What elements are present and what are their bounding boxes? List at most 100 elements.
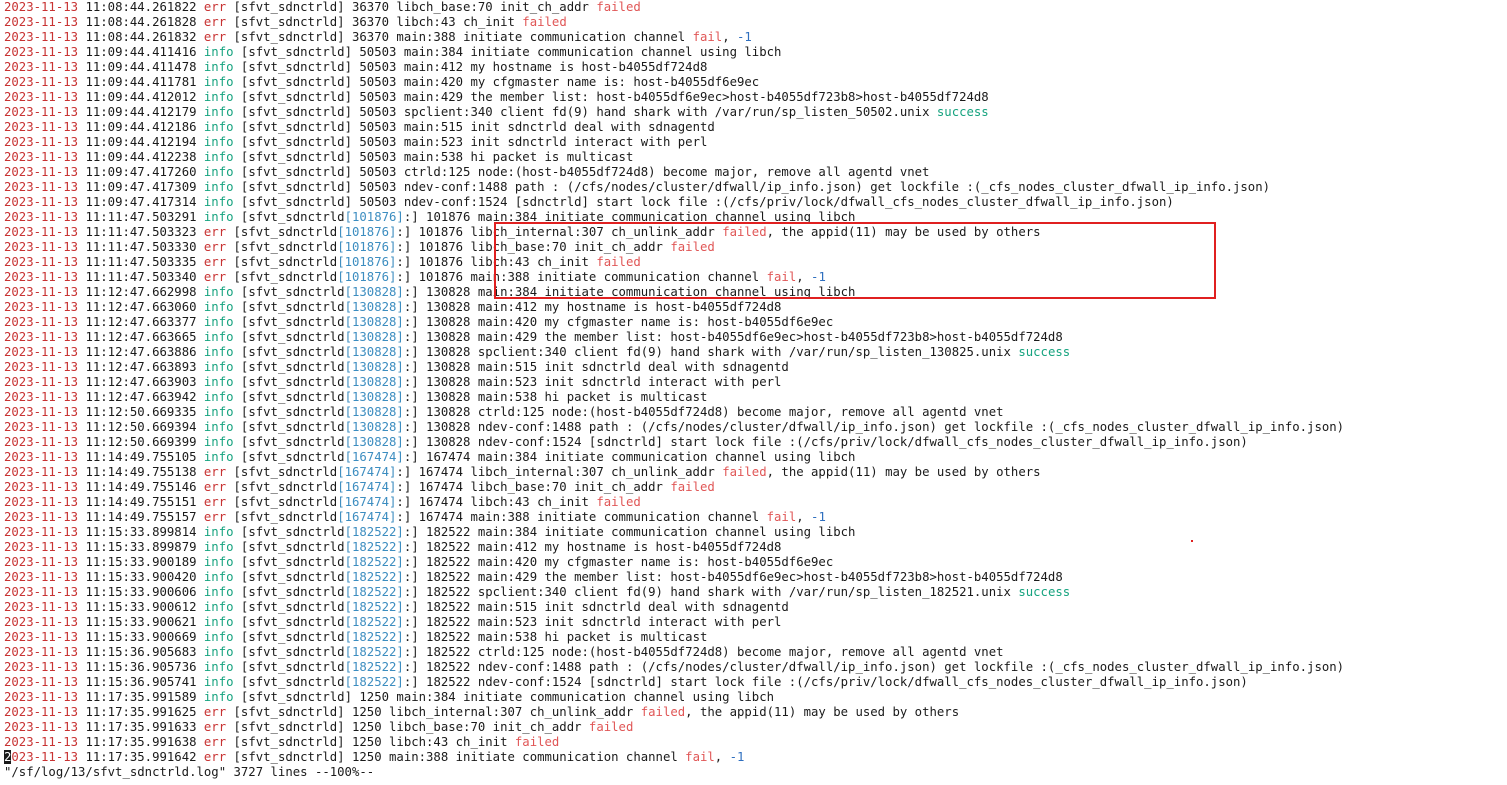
log-line: 2023-11-13 11:12:47.663665 info [sfvt_sd…	[4, 330, 1504, 345]
log-level: info	[203, 60, 234, 74]
log-tag: [sfvt_sdnctrld	[233, 615, 345, 629]
log-source: 36370 libch:43	[344, 15, 464, 29]
log-line: 2023-11-13 11:09:44.412186 info [sfvt_sd…	[4, 120, 1504, 135]
log-message: failed	[514, 735, 560, 749]
log-time: 11:09:44.411416	[78, 45, 204, 59]
log-pid-bracket: [101876]	[337, 225, 397, 239]
log-pid-bracket: [182522]	[344, 645, 404, 659]
log-level: info	[203, 405, 234, 419]
log-level: info	[203, 300, 234, 314]
log-message: my cfgmaster name is: host-b4055df6e9ec	[544, 315, 834, 329]
log-message: ch_unlink_addr	[529, 705, 641, 719]
log-message: initiate communication channel using lib…	[463, 690, 775, 704]
log-tag-close: :]	[403, 360, 419, 374]
log-pid-bracket: [130828]	[344, 360, 404, 374]
log-level: info	[203, 585, 234, 599]
log-pid-bracket: [182522]	[344, 585, 404, 599]
log-message: init_ch_addr	[574, 480, 671, 494]
log-message: ,	[714, 750, 730, 764]
log-date: 2023-11-13	[4, 270, 79, 284]
log-line: 2023-11-13 11:12:47.662998 info [sfvt_sd…	[4, 285, 1504, 300]
log-level: info	[203, 135, 234, 149]
log-tag: [sfvt_sdnctrld	[233, 555, 345, 569]
log-message: hi packet is multicast	[470, 150, 634, 164]
log-pid-bracket: [101876]	[344, 210, 404, 224]
log-date: 2023-11-13	[4, 570, 79, 584]
log-tag-close: :]	[403, 585, 419, 599]
log-source: 182522 ctrld:125	[418, 645, 552, 659]
log-source: 50503 main:429	[352, 90, 471, 104]
log-time: 11:17:35.991633	[78, 720, 204, 734]
log-date: 2023-11-13	[4, 45, 79, 59]
log-message: my hostname is host-b4055df724d8	[470, 60, 708, 74]
log-message: , the appid(11) may be used by others	[685, 705, 960, 719]
log-line: 2023-11-13 11:15:33.899814 info [sfvt_sd…	[4, 525, 1504, 540]
log-level: info	[203, 315, 234, 329]
log-level: err	[203, 750, 227, 764]
log-pid-bracket: [182522]	[344, 660, 404, 674]
log-date: 2023-11-13	[4, 615, 79, 629]
log-tag-close: :]	[403, 600, 419, 614]
log-time: 11:09:44.412012	[78, 90, 204, 104]
log-message: init_ch_addr	[574, 240, 671, 254]
log-tag-close: :]	[403, 345, 419, 359]
log-time: 11:09:44.412186	[78, 120, 204, 134]
log-line: 2023-11-13 11:09:44.412012 info [sfvt_sd…	[4, 90, 1504, 105]
log-message: ch_init	[455, 735, 515, 749]
log-level: err	[203, 225, 227, 239]
log-line: 2023-11-13 11:11:47.503323 err [sfvt_sdn…	[4, 225, 1504, 240]
log-message: hi packet is multicast	[544, 630, 708, 644]
log-level: err	[203, 480, 227, 494]
log-level: info	[203, 330, 234, 344]
log-date: 2023-11-13	[4, 435, 79, 449]
log-pid-bracket: [130828]	[344, 300, 404, 314]
log-source: 101876 main:384	[418, 210, 545, 224]
log-tag-close: :]	[403, 210, 419, 224]
log-source: 167474 libch_base:70	[411, 480, 575, 494]
log-time: 11:12:47.662998	[78, 285, 204, 299]
log-message: the member list: host-b4055df6e9ec>host-…	[544, 330, 1063, 344]
log-line: 2023-11-13 11:14:49.755151 err [sfvt_sdn…	[4, 495, 1504, 510]
log-tag-close: :]	[403, 450, 419, 464]
log-tag: [sfvt_sdnctrld	[233, 210, 345, 224]
log-date: 2023-11-13	[4, 420, 79, 434]
log-body: 2023-11-13 11:08:44.261822 err [sfvt_sdn…	[4, 0, 1504, 765]
log-source: 50503 main:538	[352, 150, 471, 164]
log-line: 2023-11-13 11:09:44.411781 info [sfvt_sd…	[4, 75, 1504, 90]
log-source: 130828 main:429	[418, 330, 545, 344]
log-level: info	[203, 165, 234, 179]
log-tag: [sfvt_sdnctrld	[226, 495, 338, 509]
log-pid-bracket: [130828]	[344, 405, 404, 419]
log-time: 11:12:47.663886	[78, 345, 204, 359]
log-tag-close: :]	[403, 285, 419, 299]
log-level: err	[203, 15, 227, 29]
log-pid-bracket: [167474]	[344, 450, 404, 464]
log-level: info	[203, 285, 234, 299]
log-date: 2023-11-13	[4, 465, 79, 479]
log-message: init sdnctrld interact with perl	[470, 135, 708, 149]
log-tag: [sfvt_sdnctrld	[226, 510, 338, 524]
log-source: 130828 ndev-conf:1524	[418, 435, 589, 449]
log-line: 2023-11-13 11:14:49.755146 err [sfvt_sdn…	[4, 480, 1504, 495]
log-tag: [sfvt_sdnctrld	[233, 660, 345, 674]
log-tag-close: :]	[403, 330, 419, 344]
log-line: 2023-11-13 11:09:44.412238 info [sfvt_sd…	[4, 150, 1504, 165]
log-tag: [sfvt_sdnctrld	[233, 345, 345, 359]
log-time: 11:17:35.991589	[78, 690, 204, 704]
log-pid-bracket: [182522]	[344, 570, 404, 584]
log-message: initiate communication channel using lib…	[544, 525, 856, 539]
log-message: node:(host-b4055df724d8) become major, r…	[477, 165, 930, 179]
log-source: 50503 main:523	[352, 135, 471, 149]
log-source: 182522 main:412	[418, 540, 545, 554]
log-date: 2023-11-13	[4, 90, 79, 104]
log-source: 1250 libch_internal:307	[344, 705, 530, 719]
log-tag: [sfvt_sdnctrld]	[226, 735, 345, 749]
log-level: info	[203, 360, 234, 374]
terminal-window[interactable]: 2023-11-13 11:08:44.261822 err [sfvt_sdn…	[4, 0, 1504, 785]
log-tag-close: :]	[403, 405, 419, 419]
log-tag: [sfvt_sdnctrld]	[226, 705, 345, 719]
log-time: 11:12:47.663942	[78, 390, 204, 404]
log-tag-close: :]	[403, 525, 419, 539]
log-date: 2023-11-13	[4, 735, 79, 749]
log-date: 2023-11-13	[4, 525, 79, 539]
